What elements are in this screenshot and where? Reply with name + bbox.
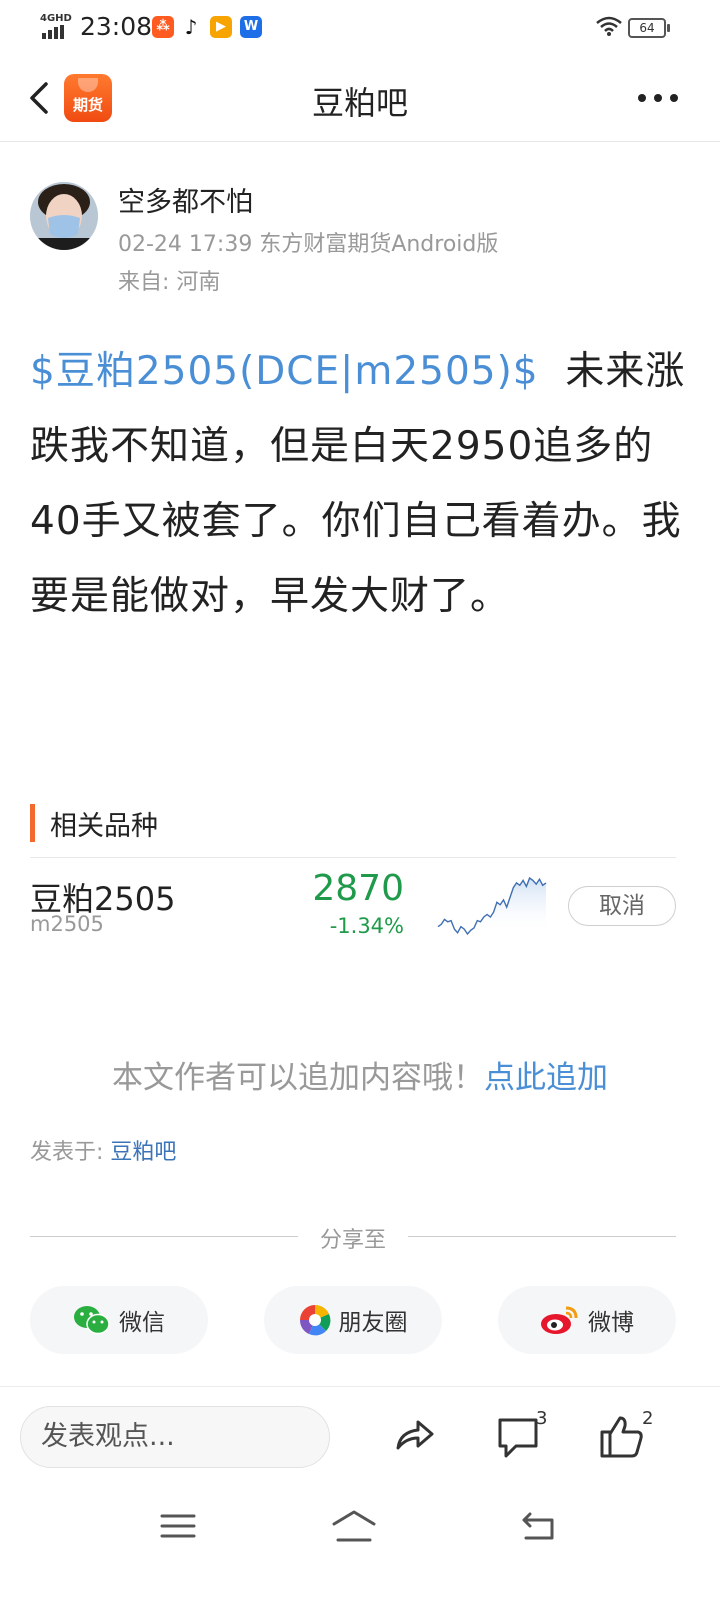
comment-input[interactable]: 发表观点...: [20, 1406, 330, 1468]
share-wechat-button[interactable]: 微信: [30, 1286, 208, 1354]
append-prompt: 本文作者可以追加内容哦！点此追加: [0, 1052, 720, 1097]
post-meta: 02-24 17:39 东方财富期货Android版: [118, 232, 499, 257]
signal-icon: [42, 25, 64, 39]
share-arrow-icon[interactable]: [390, 1412, 438, 1460]
network-type: 4GHD: [40, 13, 72, 24]
wifi-icon: [596, 16, 622, 36]
instrument-code: m2505: [30, 912, 104, 936]
kuaishou-icon: ⁂: [152, 16, 174, 38]
section-accent-bar: [30, 804, 35, 842]
status-bar: 4GHD 23:08 ⁂ ♪ ▶ W 64: [0, 0, 720, 56]
share-wechat-label: 微信: [119, 1310, 165, 1336]
back-nav-icon[interactable]: [518, 1506, 558, 1546]
instrument-change: -1.34%: [329, 914, 404, 938]
post-location: 来自: 河南: [118, 270, 221, 295]
share-weibo-button[interactable]: 微博: [498, 1286, 676, 1354]
more-options-icon[interactable]: [636, 86, 680, 110]
clock: 23:08: [80, 12, 153, 41]
divider: [408, 1236, 676, 1237]
stock-link[interactable]: $豆粕2505(DCE|m2505)$: [30, 349, 539, 394]
system-nav-bar: [0, 1496, 720, 1600]
posted-in-label: 发表于:: [30, 1140, 111, 1165]
posted-in: 发表于: 豆粕吧: [30, 1134, 176, 1166]
share-moments-button[interactable]: 朋友圈: [264, 1286, 442, 1354]
instrument-price: 2870: [312, 868, 404, 909]
comment-icon[interactable]: [494, 1414, 542, 1462]
divider: [0, 1386, 720, 1387]
moments-icon: [299, 1304, 330, 1336]
share-label: 分享至: [319, 1228, 386, 1253]
network-indicator: 4GHD: [40, 14, 72, 39]
divider: [30, 1236, 298, 1237]
avatar-image: [30, 182, 98, 250]
comment-count: 3: [536, 1408, 548, 1429]
weibo-icon: [541, 1306, 578, 1334]
cancel-follow-button[interactable]: 取消: [568, 886, 676, 926]
battery-level: 64: [639, 21, 655, 35]
related-section-title: 相关品种: [50, 811, 158, 842]
price-sparkline[interactable]: [436, 876, 548, 936]
append-link[interactable]: 点此追加: [484, 1060, 608, 1096]
menu-icon[interactable]: [158, 1506, 198, 1546]
home-icon[interactable]: [330, 1506, 378, 1546]
battery-tip: [667, 24, 670, 32]
wechat-icon: [74, 1306, 110, 1335]
battery-icon: 64: [628, 18, 666, 38]
page-title: 豆粕吧: [311, 84, 408, 122]
append-text: 本文作者可以追加内容哦！: [112, 1060, 484, 1096]
tiktok-icon: ♪: [184, 15, 198, 39]
author-name[interactable]: 空多都不怕: [118, 180, 253, 219]
forum-link[interactable]: 豆粕吧: [110, 1140, 176, 1165]
top-nav-bar: 期货 豆粕吧: [0, 56, 720, 142]
avatar[interactable]: [30, 182, 98, 250]
w-app-icon: W: [240, 16, 262, 38]
sparkline-area: [438, 878, 546, 934]
post-content: $豆粕2505(DCE|m2505)$ 未来涨跌我不知道，但是白天2950追多的…: [30, 334, 690, 634]
like-count: 2: [642, 1408, 654, 1429]
share-weibo-label: 微博: [588, 1310, 634, 1336]
share-moments-label: 朋友圈: [338, 1310, 408, 1336]
like-icon[interactable]: [598, 1412, 646, 1460]
video-app-icon: ▶: [210, 16, 232, 38]
divider: [30, 857, 676, 858]
